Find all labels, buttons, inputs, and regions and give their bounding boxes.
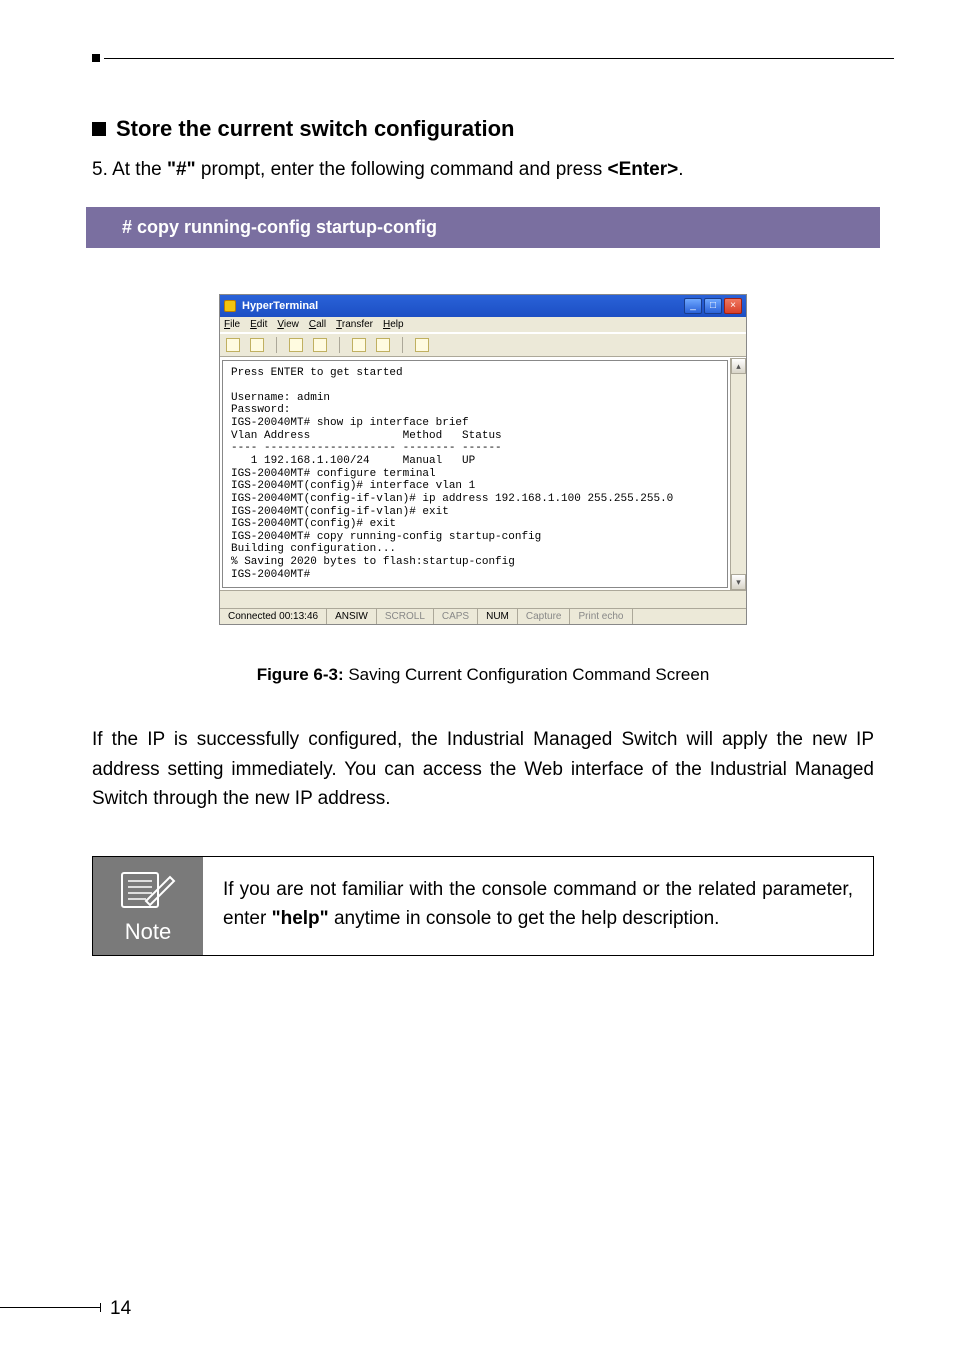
note-label-text: Note: [125, 919, 171, 945]
bullet-square-icon: [92, 122, 106, 136]
app-icon: [224, 300, 236, 312]
figure-text: Saving Current Configuration Command Scr…: [344, 665, 710, 684]
toolbar-divider: [276, 337, 277, 353]
horizontal-scrollbar-area: [220, 590, 746, 608]
properties-icon[interactable]: [415, 338, 429, 352]
status-caps: CAPS: [434, 609, 478, 624]
command-bar: # copy running-config startup-config: [86, 207, 880, 248]
vertical-scrollbar[interactable]: ▴ ▾: [730, 358, 746, 591]
menu-transfer[interactable]: Transfer: [336, 319, 373, 330]
document-page: Store the current switch configuration 5…: [0, 0, 954, 1354]
status-connected: Connected 00:13:46: [220, 609, 327, 624]
step-text-prefix: 5. At the: [92, 159, 167, 180]
footer-rule: [0, 1307, 100, 1308]
command-text: # copy running-config startup-config: [122, 217, 437, 237]
status-bar: Connected 00:13:46 ANSIW SCROLL CAPS NUM…: [220, 608, 746, 624]
send-icon[interactable]: [352, 338, 366, 352]
header-line: [104, 58, 894, 59]
enter-key: <Enter>: [607, 159, 678, 180]
status-printecho: Print echo: [570, 609, 632, 624]
note-text: If you are not familiar with the console…: [203, 857, 873, 955]
window-title: HyperTerminal: [242, 300, 318, 312]
new-icon[interactable]: [226, 338, 240, 352]
close-button[interactable]: ×: [724, 298, 742, 314]
status-num: NUM: [478, 609, 518, 624]
header-square-marker: [92, 54, 100, 62]
terminal-output[interactable]: Press ENTER to get started Username: adm…: [222, 360, 728, 589]
section-heading: Store the current switch configuration: [92, 116, 874, 142]
menu-call[interactable]: Call: [309, 319, 326, 330]
open-icon[interactable]: [250, 338, 264, 352]
note-help-literal: "help": [272, 908, 329, 929]
body-paragraph: If the IP is successfully configured, th…: [92, 725, 874, 813]
step-text-mid: prompt, enter the following command and …: [196, 159, 608, 180]
scroll-down-icon[interactable]: ▾: [731, 574, 746, 590]
menu-file[interactable]: File: [224, 319, 240, 330]
note-box: Note If you are not familiar with the co…: [92, 856, 874, 956]
window-titlebar: HyperTerminal _ □ ×: [220, 295, 746, 317]
page-number: 14: [110, 1298, 131, 1320]
footer-tick: [100, 1303, 101, 1312]
window-buttons: _ □ ×: [684, 298, 742, 314]
menu-edit[interactable]: Edit: [250, 319, 267, 330]
terminal-area: Press ENTER to get started Username: adm…: [220, 357, 746, 609]
notepad-pen-icon: [118, 867, 178, 913]
prompt-literal: "#": [167, 159, 196, 180]
note-post: anytime in console to get the help descr…: [329, 908, 720, 929]
toolbar: [220, 333, 746, 357]
hangup-icon[interactable]: [313, 338, 327, 352]
menu-bar: File Edit View Call Transfer Help: [220, 317, 746, 333]
maximize-button[interactable]: □: [704, 298, 722, 314]
scroll-up-icon[interactable]: ▴: [731, 358, 746, 374]
step-instruction: 5. At the "#" prompt, enter the followin…: [92, 156, 874, 185]
titlebar-left: HyperTerminal: [224, 300, 318, 312]
hyperterminal-window: HyperTerminal _ □ × File Edit View Call …: [219, 294, 747, 626]
status-capture: Capture: [518, 609, 571, 624]
status-scroll: SCROLL: [377, 609, 434, 624]
header-rule: [92, 58, 874, 68]
minimize-button[interactable]: _: [684, 298, 702, 314]
heading-text: Store the current switch configuration: [116, 116, 514, 142]
figure-caption: Figure 6-3: Saving Current Configuration…: [92, 665, 874, 685]
status-emulation: ANSIW: [327, 609, 377, 624]
step-text-suffix: .: [678, 159, 683, 180]
menu-help[interactable]: Help: [383, 319, 404, 330]
receive-icon[interactable]: [376, 338, 390, 352]
call-icon[interactable]: [289, 338, 303, 352]
toolbar-divider: [339, 337, 340, 353]
note-label-panel: Note: [93, 857, 203, 955]
menu-view[interactable]: View: [277, 319, 299, 330]
toolbar-divider: [402, 337, 403, 353]
figure-label: Figure 6-3:: [257, 665, 344, 684]
